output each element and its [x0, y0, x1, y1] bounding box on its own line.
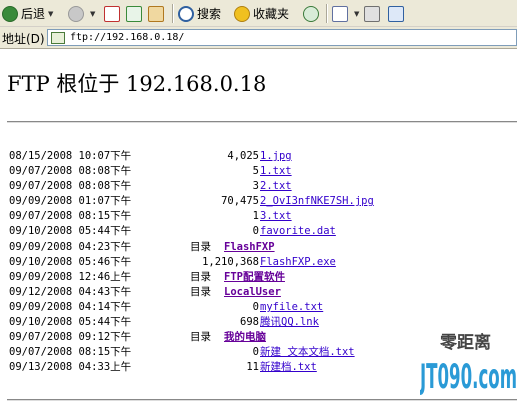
- directory-label: 目录: [190, 240, 211, 253]
- entry-size: 1: [252, 210, 259, 223]
- entry-size: 70,475: [221, 195, 259, 208]
- entry-date: 09/10/2008 05:46下午: [9, 255, 132, 268]
- entry-date: 09/10/2008 05:44下午: [9, 316, 132, 329]
- entry-size: 4,025: [227, 150, 259, 162]
- history-icon: [303, 5, 319, 22]
- file-link[interactable]: 腾讯QQ.lnk: [260, 316, 319, 328]
- refresh-icon: [126, 5, 142, 22]
- edit-icon: [388, 5, 404, 22]
- address-input[interactable]: ftp://192.168.0.18/: [47, 29, 517, 46]
- entry-size: 5: [252, 165, 259, 178]
- directory-label: 目录: [190, 331, 211, 344]
- entry-date: 09/07/2008 08:15下午: [9, 210, 132, 223]
- file-link[interactable]: 3.txt: [260, 210, 292, 222]
- entry-size: 0: [252, 300, 259, 313]
- mail-dropdown-icon[interactable]: ▼: [354, 10, 359, 18]
- directory-label: 目录: [190, 270, 211, 283]
- file-link[interactable]: 2_OvI3nfNKE7SH.jpg: [260, 195, 374, 207]
- refresh-button[interactable]: [126, 3, 145, 24]
- mail-button[interactable]: ▼: [332, 3, 359, 24]
- mail-icon: [332, 5, 348, 22]
- entry-size: 0: [252, 346, 259, 359]
- folder-link[interactable]: FlashFXP: [224, 241, 275, 253]
- svg-text:JT090.com: JT090.com: [420, 357, 517, 397]
- entry-date: 09/13/2008 04:33上午: [9, 361, 132, 374]
- entry-date: 09/09/2008 04:23下午: [9, 240, 132, 253]
- entry-date: 09/09/2008 01:07下午: [9, 195, 132, 208]
- entry-size: 3: [252, 180, 259, 193]
- favorites-label: 收藏夹: [253, 7, 290, 21]
- address-bar: 地址(D) ftp://192.168.0.18/: [0, 27, 517, 49]
- back-button[interactable]: 后退 ▼: [2, 3, 53, 24]
- entry-date: 09/09/2008 12:46上午: [9, 270, 132, 283]
- file-link[interactable]: 新建档.txt: [260, 361, 317, 373]
- back-dropdown-icon[interactable]: ▼: [48, 10, 53, 18]
- back-label: 后退: [21, 7, 46, 21]
- file-link[interactable]: favorite.dat: [260, 225, 336, 237]
- file-link[interactable]: myfile.txt: [260, 301, 323, 313]
- search-button[interactable]: 搜索: [178, 3, 221, 24]
- entry-size: 0: [252, 225, 259, 238]
- entry-date: 09/09/2008 04:14下午: [9, 300, 132, 313]
- forward-arrow-icon: [68, 5, 84, 22]
- folder-link[interactable]: 我的电脑: [224, 331, 266, 343]
- stop-button[interactable]: [104, 3, 123, 24]
- stop-icon: [104, 5, 120, 22]
- entry-date: 08/15/2008 10:07下午: [9, 150, 132, 162]
- entry-date: 09/07/2008 09:12下午: [9, 331, 132, 344]
- star-icon: [234, 5, 250, 22]
- entry-size: 1,210,368: [202, 255, 259, 268]
- print-button[interactable]: [364, 3, 383, 24]
- watermark-logo: 零距离 JT090.com: [420, 332, 517, 397]
- file-link[interactable]: 2.txt: [260, 180, 292, 192]
- folder-link[interactable]: FTP配置软件: [224, 271, 285, 283]
- ftp-folder-icon: [51, 31, 65, 44]
- history-button[interactable]: [303, 3, 322, 24]
- file-link[interactable]: FlashFXP.exe: [260, 256, 336, 268]
- divider-top: [7, 121, 517, 123]
- home-button[interactable]: [148, 3, 167, 24]
- forward-button[interactable]: ▼: [68, 3, 95, 24]
- entry-date: 09/12/2008 04:43下午: [9, 285, 132, 298]
- forward-dropdown-icon[interactable]: ▼: [90, 10, 95, 18]
- folder-link[interactable]: LocalUser: [224, 286, 281, 298]
- entry-date: 09/07/2008 08:08下午: [9, 165, 132, 178]
- edit-button[interactable]: [388, 3, 407, 24]
- search-label: 搜索: [197, 7, 222, 21]
- directory-label: 目录: [190, 285, 211, 298]
- home-icon: [148, 5, 164, 22]
- toolbar: 后退 ▼ ▼ 搜索 收藏夹 ▼: [0, 0, 517, 27]
- svg-text:零距离: 零距离: [439, 332, 491, 353]
- entry-size: 11: [246, 361, 259, 374]
- entry-size: 698: [240, 316, 259, 329]
- address-label: 地址(D): [2, 32, 45, 46]
- page-title: FTP 根位于 192.168.0.18: [7, 72, 267, 96]
- entry-date: 09/07/2008 08:15下午: [9, 346, 132, 359]
- favorites-button[interactable]: 收藏夹: [234, 3, 289, 24]
- entry-date: 09/10/2008 05:44下午: [9, 225, 132, 238]
- address-url: ftp://192.168.0.18/: [70, 32, 185, 43]
- back-arrow-icon: [2, 5, 18, 22]
- file-link[interactable]: 1.jpg: [260, 150, 292, 162]
- file-link[interactable]: 新建 文本文档.txt: [260, 346, 355, 358]
- file-link[interactable]: 1.txt: [260, 165, 292, 177]
- print-icon: [364, 5, 380, 22]
- search-icon: [178, 5, 194, 22]
- entry-date: 09/07/2008 08:08下午: [9, 180, 132, 193]
